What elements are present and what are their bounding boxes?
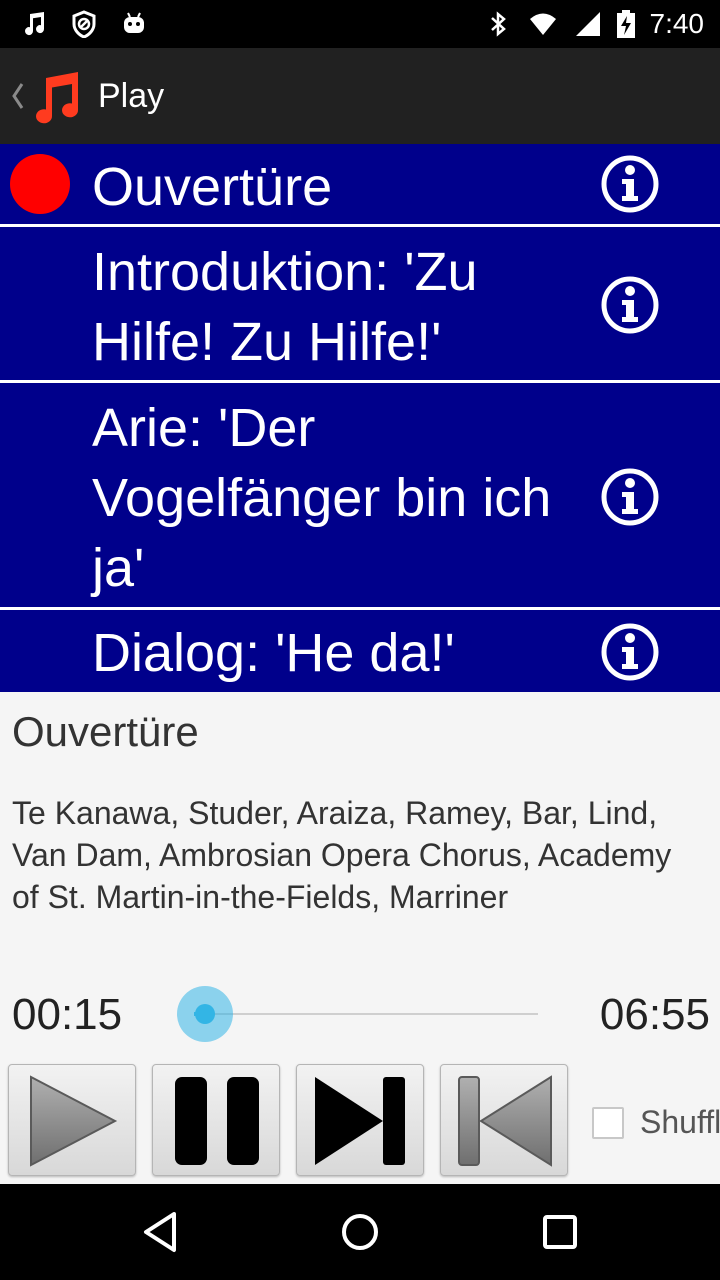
previous-icon <box>458 1075 552 1167</box>
android-icon <box>124 12 144 33</box>
shuffle-toggle[interactable]: Shuffle <box>592 1104 720 1141</box>
track-row[interactable]: Dialog: 'He da!' <box>0 610 720 692</box>
seek-thumb[interactable] <box>195 1004 215 1024</box>
now-playing-indicator <box>10 154 70 214</box>
shuffle-label: Shuffle <box>640 1104 720 1140</box>
info-icon[interactable] <box>600 275 660 335</box>
now-playing-title: Ouvertüre <box>12 708 199 755</box>
total-duration: 06:55 <box>599 990 710 1039</box>
previous-button[interactable] <box>440 1064 568 1176</box>
screen-title: Play <box>98 77 165 115</box>
battery-charging-icon <box>616 10 635 38</box>
play-icon <box>30 1075 118 1167</box>
info-icon[interactable] <box>600 467 660 527</box>
bluetooth-icon <box>490 11 506 37</box>
signal-icon <box>575 12 600 36</box>
wifi-icon <box>529 13 556 35</box>
shuffle-checkbox[interactable] <box>592 1106 624 1139</box>
elapsed-time: 00:15 <box>12 990 123 1039</box>
status-bar: 7:40 <box>0 0 720 48</box>
clock: 7:40 <box>649 8 705 39</box>
now-playing-artists: Te Kanawa, Studer, Araiza, Ramey, Bar, L… <box>12 795 672 915</box>
home-icon[interactable] <box>330 1202 390 1262</box>
track-title: Ouvertüre <box>92 157 333 217</box>
music-note-icon[interactable] <box>32 72 82 124</box>
seek-bar[interactable] <box>166 986 538 1042</box>
now-playing-panel: Ouvertüre Te Kanawa, Studer, Araiza, Ram… <box>0 692 720 1184</box>
info-icon[interactable] <box>600 154 660 214</box>
track-title: Arie: 'Der Vogelfänger bin ich ja' <box>92 398 552 598</box>
back-chevron-icon[interactable] <box>8 78 26 114</box>
track-title: Introduktion: 'Zu Hilfe! Zu Hilfe!' <box>92 242 478 372</box>
music-note-icon <box>25 12 45 36</box>
seek-track <box>194 1013 538 1015</box>
track-title: Dialog: 'He da!' <box>92 623 455 683</box>
info-icon[interactable] <box>600 622 660 682</box>
track-list: Ouvertüre Introduktion: 'Zu Hilfe! Zu Hi… <box>0 144 720 692</box>
track-row[interactable]: Introduktion: 'Zu Hilfe! Zu Hilfe!' <box>0 227 720 380</box>
playback-controls: Shuffle <box>0 1064 720 1178</box>
track-row[interactable]: Ouvertüre <box>0 144 720 224</box>
pause-icon <box>175 1077 259 1165</box>
blocked-icon <box>72 10 96 38</box>
navigation-bar <box>0 1184 720 1280</box>
pause-button[interactable] <box>152 1064 280 1176</box>
back-icon[interactable] <box>130 1202 190 1262</box>
action-bar: Play <box>0 48 720 144</box>
next-icon <box>315 1077 405 1165</box>
recents-icon[interactable] <box>530 1202 590 1262</box>
track-row[interactable]: Arie: 'Der Vogelfänger bin ich ja' <box>0 383 720 607</box>
next-button[interactable] <box>296 1064 424 1176</box>
play-button[interactable] <box>8 1064 136 1176</box>
